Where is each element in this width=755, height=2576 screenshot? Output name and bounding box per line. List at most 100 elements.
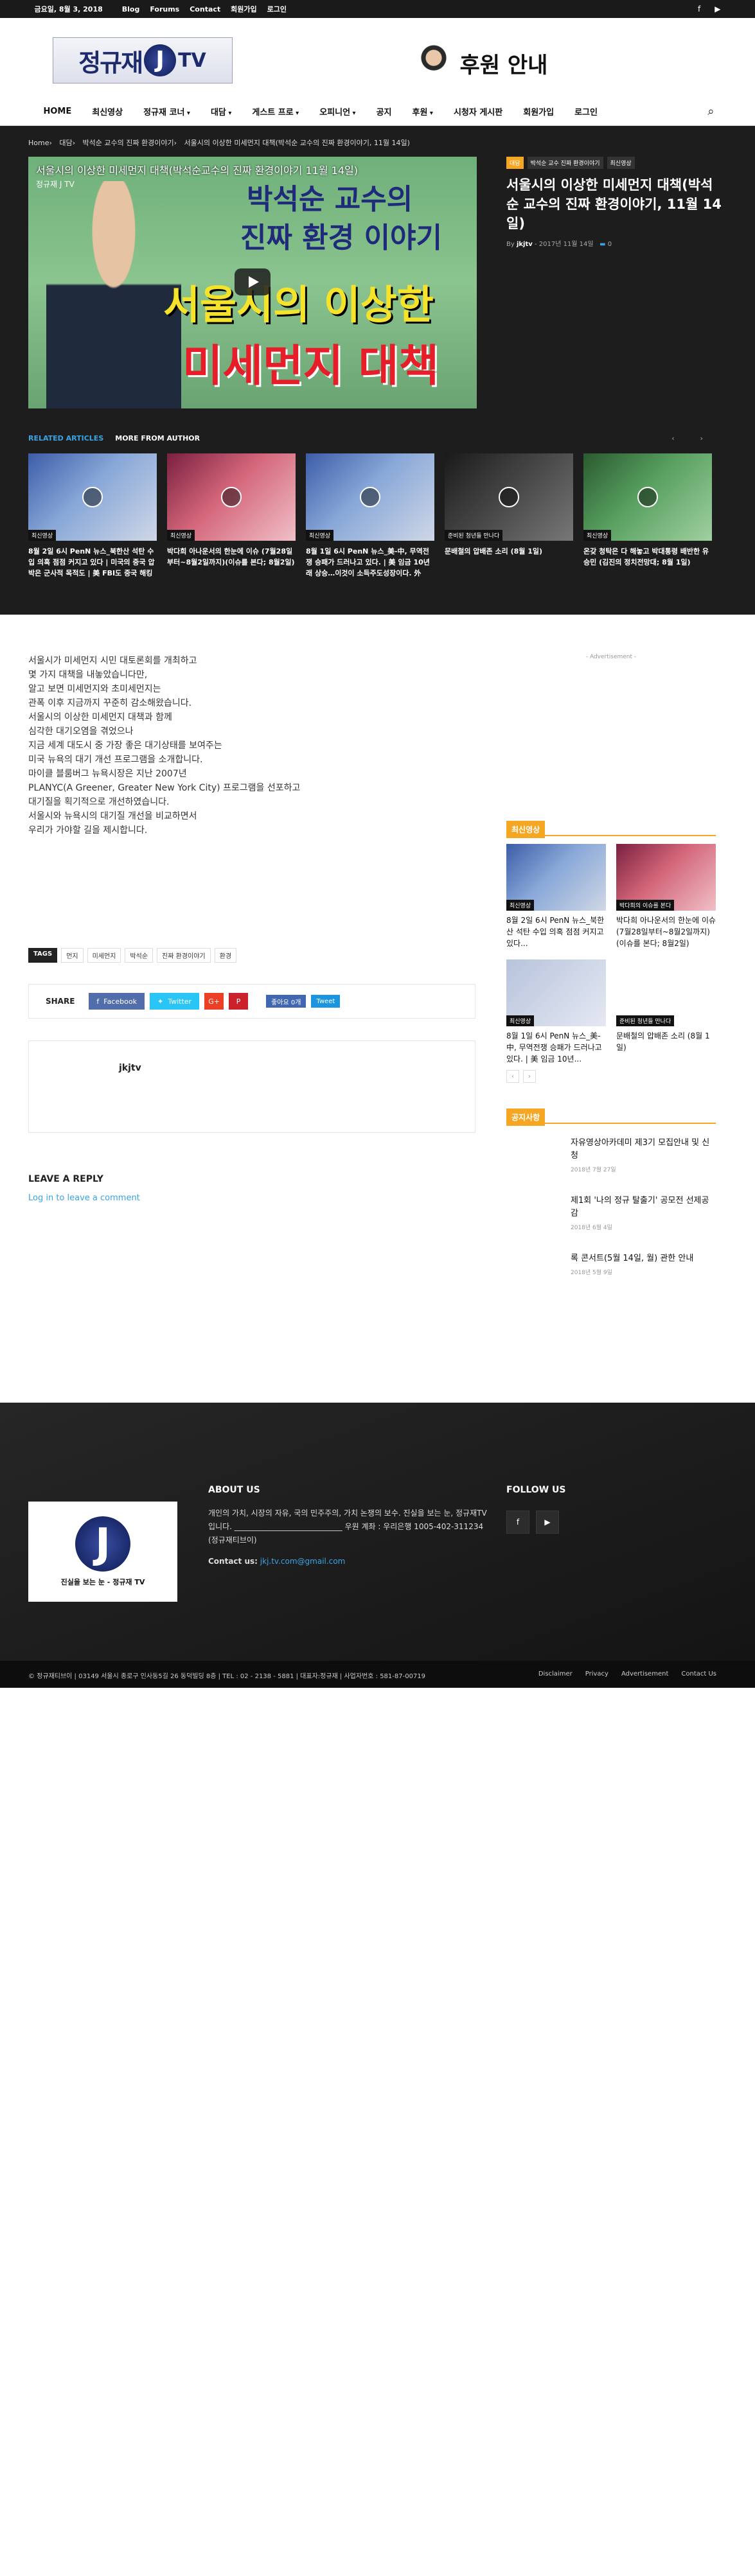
comment-count[interactable]: 0 xyxy=(608,241,612,248)
post-content: 서울시가 미세먼지 시민 대토론회를 개최하고 몇 가지 대책을 내놓았습니다만… xyxy=(28,654,478,837)
footer-link-privacy[interactable]: Privacy xyxy=(585,1670,608,1678)
latest-item[interactable]: 박다희의 이슈를 본다 박다희 아나운서의 한눈에 이슈 (7월28일부터~8월… xyxy=(616,844,716,949)
related-thumbnail[interactable]: 준비된 청년들 만나다 xyxy=(445,453,573,541)
content-line: PLANYC(A Greener, Greater New York City)… xyxy=(28,783,301,793)
nav-opinion[interactable]: 오피니언 xyxy=(319,105,355,118)
related-title[interactable]: 8월 2일 6시 PenN 뉴스_북한산 석탄 수입 의혹 점점 커지고 있다 … xyxy=(28,546,157,579)
next-page-button[interactable]: › xyxy=(523,1070,536,1083)
breadcrumb-home[interactable]: Home xyxy=(28,139,49,147)
tab-related-articles[interactable]: RELATED ARTICLES xyxy=(28,434,103,442)
category-badge[interactable]: 박석순 교수 진짜 환경이야기 xyxy=(527,157,603,169)
latest-item[interactable]: 최신영상 8월 2일 6시 PenN 뉴스_북한산 석탄 수입 의혹 점점 커지… xyxy=(506,844,606,949)
top-link-contact[interactable]: Contact xyxy=(190,5,220,13)
tab-more-from-author[interactable]: MORE FROM AUTHOR xyxy=(115,434,200,442)
related-thumbnail[interactable]: 최신영상 xyxy=(583,453,712,541)
related-item[interactable]: 최신영상 8월 2일 6시 PenN 뉴스_북한산 석탄 수입 의혹 점점 커지… xyxy=(28,453,157,579)
footer-link-disclaimer[interactable]: Disclaimer xyxy=(538,1670,573,1678)
notice-title[interactable]: 제1회 '나의 정규 탈출기' 공모전 선제공감 xyxy=(571,1195,712,1220)
play-icon[interactable] xyxy=(235,268,271,295)
footer-link-advertisement[interactable]: Advertisement xyxy=(621,1670,668,1678)
video-player[interactable]: 서울시의 이상한 미세먼지 대책(박석순교수의 진짜 환경이야기 11월 14일… xyxy=(28,157,477,408)
category-badge[interactable]: 대담 xyxy=(506,157,524,169)
nav-viewer-board[interactable]: 시청자 게시판 xyxy=(454,105,502,118)
top-link-blog[interactable]: Blog xyxy=(122,5,140,13)
latest-title[interactable]: 8월 1일 6시 PenN 뉴스_美-中, 무역전쟁 승패가 드러나고 있다. … xyxy=(506,1030,606,1065)
related-item[interactable]: 최신영상 박다희 아나운서의 한눈에 이슈 (7월28일부터~8월2일까지)(이… xyxy=(167,453,296,579)
notice-thumbnail[interactable] xyxy=(506,1252,571,1297)
tag-link[interactable]: 환경 xyxy=(214,948,237,963)
facebook-icon[interactable]: f xyxy=(506,1511,529,1534)
footer-link-contact[interactable]: Contact Us xyxy=(681,1670,716,1678)
latest-title[interactable]: 8월 2일 6시 PenN 뉴스_북한산 석탄 수입 의혹 점점 커지고 있다.… xyxy=(506,915,606,949)
nav-home[interactable]: HOME xyxy=(44,107,72,116)
notice-title[interactable]: 록 콘서트(5월 14일, 월) 관한 안내 xyxy=(571,1252,712,1265)
latest-title[interactable]: 문배철의 압배존 소리 (8월 1일) xyxy=(616,1030,716,1065)
related-title[interactable]: 문배철의 압배존 소리 (8월 1일) xyxy=(445,546,573,579)
latest-thumbnail[interactable]: 준비된 청년들 만나다 xyxy=(616,959,716,1026)
nav-notice[interactable]: 공지 xyxy=(377,105,392,118)
nav-latest-video[interactable]: 최신영상 xyxy=(92,105,123,118)
prev-page-button[interactable]: ‹ xyxy=(506,1070,519,1083)
tweet-button[interactable]: Tweet xyxy=(311,995,341,1008)
latest-thumbnail[interactable]: 박다희의 이슈를 본다 xyxy=(616,844,716,911)
tag-link[interactable]: 미세먼지 xyxy=(87,948,121,963)
share-twitter-button[interactable]: ✦ Twitter xyxy=(149,993,200,1010)
breadcrumb-talk[interactable]: 대담 xyxy=(59,139,72,147)
facebook-like-button[interactable]: 좋아요 0개 xyxy=(266,995,306,1008)
latest-item[interactable]: 준비된 청년들 만나다 문배철의 압배존 소리 (8월 1일) xyxy=(616,959,716,1065)
youtube-icon[interactable]: ▶ xyxy=(536,1511,559,1534)
author-name[interactable]: jkjtv xyxy=(119,1063,141,1073)
about-text: 개인의 가치, 시장의 자유, 국의 민주주의, 가치 논쟁의 보수. 진실을 … xyxy=(208,1509,487,1545)
follow-icons: f ▶ xyxy=(506,1511,565,1534)
site-logo[interactable]: 정규재 J TV xyxy=(52,37,233,83)
nav-talk[interactable]: 대담 xyxy=(211,105,231,118)
top-link-register[interactable]: 회원가입 xyxy=(231,4,256,14)
nav-support[interactable]: 후원 xyxy=(413,105,433,118)
latest-item[interactable]: 최신영상 8월 1일 6시 PenN 뉴스_美-中, 무역전쟁 승패가 드러나고… xyxy=(506,959,606,1065)
latest-title[interactable]: 박다희 아나운서의 한눈에 이슈 (7월28일부터~8월2일까지)(이슈를 본다… xyxy=(616,915,716,949)
share-facebook-button[interactable]: f Facebook xyxy=(89,993,145,1010)
nav-register[interactable]: 회원가입 xyxy=(523,105,554,118)
related-item[interactable]: 최신영상 8월 1일 6시 PenN 뉴스_美-中, 무역전쟁 승패가 드러나고… xyxy=(306,453,434,579)
youtube-icon[interactable]: ▶ xyxy=(715,4,720,13)
nav-jkj-corner[interactable]: 정규재 코너 xyxy=(143,105,190,118)
related-header: RELATED ARTICLES MORE FROM AUTHOR ‹ › xyxy=(28,434,715,442)
share-pinterest-button[interactable]: P xyxy=(229,993,249,1010)
latest-thumbnail[interactable]: 최신영상 xyxy=(506,844,606,911)
share-googleplus-button[interactable]: G+ xyxy=(204,993,224,1010)
related-title[interactable]: 박다희 아나운서의 한눈에 이슈 (7월28일부터~8월2일까지)(이슈를 본다… xyxy=(167,546,296,579)
related-thumbnail[interactable]: 최신영상 xyxy=(28,453,157,541)
notice-title[interactable]: 자유영상아카데미 제3기 모집안내 및 신청 xyxy=(571,1137,712,1162)
contact-email[interactable]: jkj.tv.com@gmail.com xyxy=(260,1557,346,1566)
related-item[interactable]: 준비된 청년들 만나다 문배철의 압배존 소리 (8월 1일) xyxy=(445,453,573,579)
logo-tv: TV xyxy=(178,49,206,72)
latest-thumbnail[interactable]: 최신영상 xyxy=(506,959,606,1026)
category-badge[interactable]: 최신영상 xyxy=(607,157,635,169)
related-item[interactable]: 최신영상 온갖 청탁은 다 해놓고 박대통령 배반한 유승민 (김진의 정치전망… xyxy=(583,453,712,579)
top-link-login[interactable]: 로그인 xyxy=(267,4,287,14)
related-title[interactable]: 온갖 청탁은 다 해놓고 박대통령 배반한 유승민 (김진의 정치전망대; 8월… xyxy=(583,546,712,579)
notice-thumbnail[interactable] xyxy=(506,1137,571,1182)
video-caption-4: 미세먼지 대책 xyxy=(182,341,440,392)
related-thumbnail[interactable]: 최신영상 xyxy=(167,453,296,541)
notice-item[interactable]: 제1회 '나의 정규 탈출기' 공모전 선제공감 2018년 6월 4일 xyxy=(506,1195,716,1240)
notice-thumbnail[interactable] xyxy=(506,1195,571,1240)
related-thumbnail[interactable]: 최신영상 xyxy=(306,453,434,541)
search-icon[interactable]: ⌕ xyxy=(707,105,714,118)
tag-link[interactable]: 진짜 환경이야기 xyxy=(157,948,211,963)
notice-item[interactable]: 록 콘서트(5월 14일, 월) 관한 안내 2018년 5월 9일 xyxy=(506,1252,716,1297)
notice-item[interactable]: 자유영상아카데미 제3기 모집안내 및 신청 2018년 7월 27일 xyxy=(506,1137,716,1182)
nav-guest-program[interactable]: 게스트 프로 xyxy=(252,105,299,118)
nav-login[interactable]: 로그인 xyxy=(574,105,598,118)
tag-link[interactable]: 먼지 xyxy=(61,948,84,963)
breadcrumb-category[interactable]: 박석순 교수의 진짜 환경이야기 xyxy=(83,139,174,147)
related-title[interactable]: 8월 1일 6시 PenN 뉴스_美-中, 무역전쟁 승패가 드러나고 있다. … xyxy=(306,546,434,579)
sponsor-banner[interactable]: 후원 안내 xyxy=(414,40,556,85)
related-pager[interactable]: ‹ › xyxy=(671,434,715,442)
login-to-comment-link[interactable]: Log in to leave a comment xyxy=(28,1193,140,1203)
post-author[interactable]: jkjtv xyxy=(517,241,533,248)
tag-link[interactable]: 박석순 xyxy=(125,948,154,963)
footer-logo[interactable]: J 진실을 보는 눈 - 정규재 TV xyxy=(28,1502,177,1602)
facebook-icon[interactable]: f xyxy=(698,4,700,13)
top-link-forums[interactable]: Forums xyxy=(150,5,179,13)
